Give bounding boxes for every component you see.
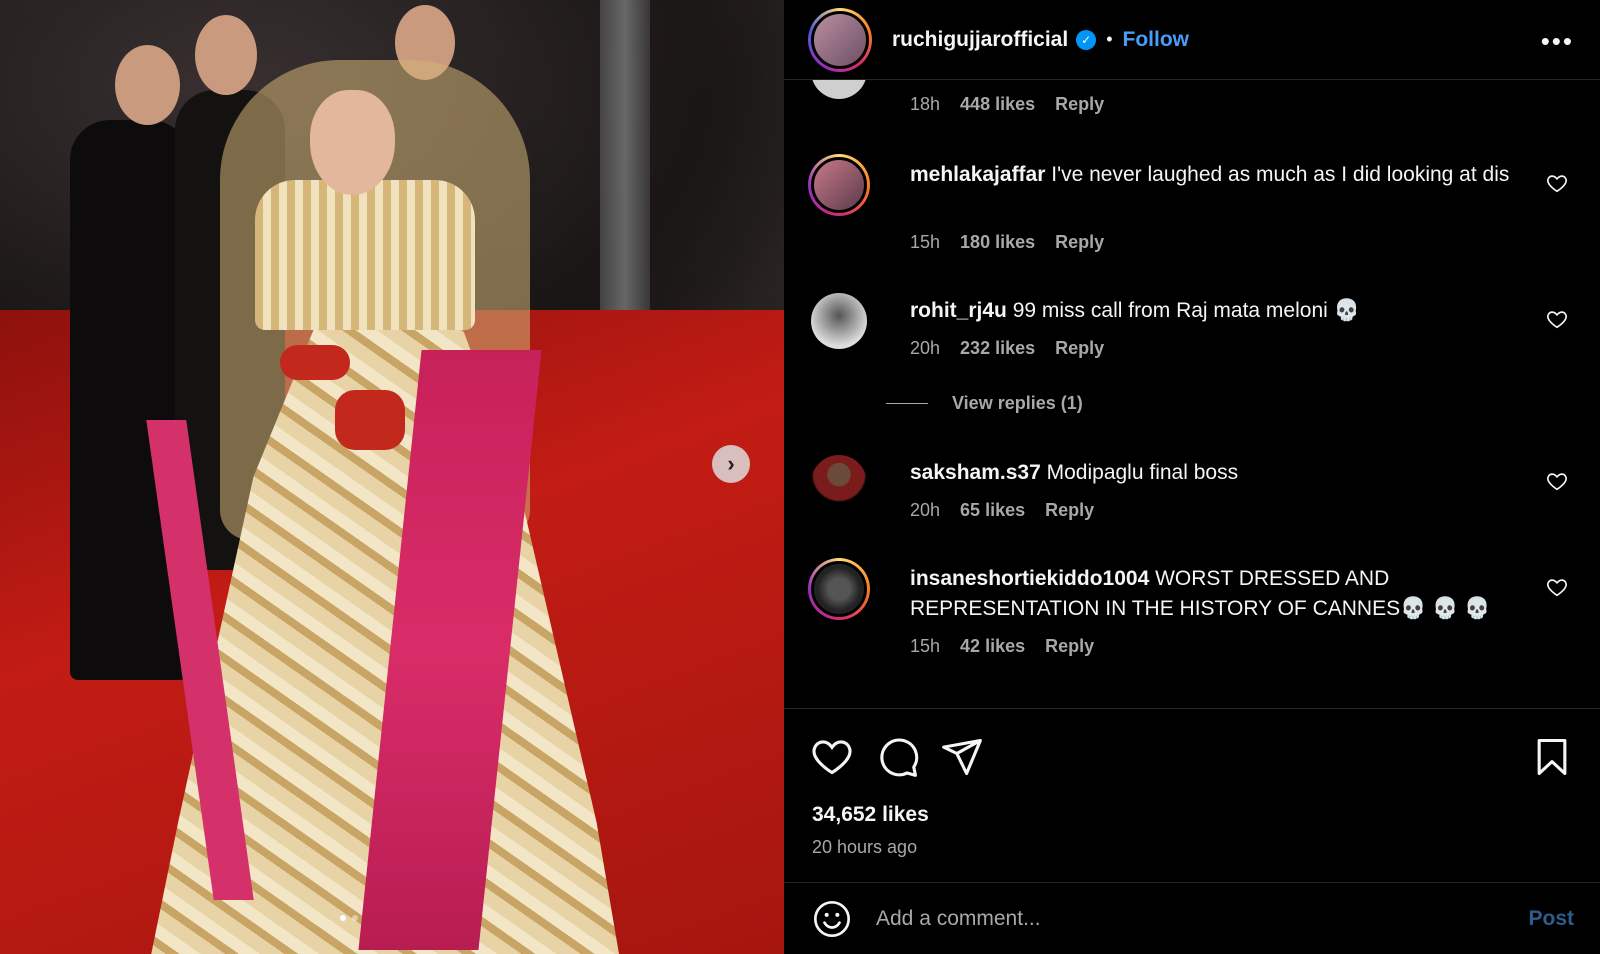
post-timestamp[interactable]: 20 hours ago	[812, 837, 917, 858]
comment-likes[interactable]: 180 likes	[960, 232, 1035, 253]
post-header: ruchigujjarofficial ✓ • Follow •••	[784, 0, 1600, 80]
author-avatar[interactable]	[808, 7, 872, 72]
reply-button[interactable]: Reply	[1045, 636, 1094, 657]
comment-meta: 20h 232 likes Reply	[910, 338, 1104, 359]
view-replies-button[interactable]: View replies (1)	[886, 393, 1083, 414]
comment-time: 18h	[910, 94, 941, 114]
post-comment-button[interactable]: Post	[1528, 907, 1574, 931]
comment-avatar[interactable]	[808, 452, 870, 514]
reply-button[interactable]: Reply	[1055, 94, 1104, 115]
comment-time: 20h	[910, 338, 941, 358]
add-comment-bar: Post	[784, 882, 1600, 954]
comment-likes[interactable]: 65 likes	[960, 500, 1025, 521]
hand-left	[280, 345, 350, 380]
comment-time: 15h	[910, 636, 941, 656]
reply-button[interactable]: Reply	[1045, 500, 1094, 521]
comment-text: insaneshortiekiddo1004 WORST DRESSED AND…	[910, 564, 1530, 624]
carousel-dots	[340, 915, 358, 921]
comment-likes[interactable]: 42 likes	[960, 636, 1025, 657]
comment-time: 15h	[910, 232, 941, 252]
comment-meta: 15h 42 likes Reply	[910, 636, 1094, 657]
comment-avatar[interactable]	[808, 290, 870, 352]
heart-icon[interactable]	[1546, 172, 1568, 194]
comment-input[interactable]	[876, 906, 1496, 931]
post-actions: 34,652 likes 20 hours ago	[784, 708, 1600, 882]
comment-username[interactable]: insaneshortiekiddo1004	[910, 567, 1149, 590]
post-panel: ruchigujjarofficial ✓ • Follow ••• 18h 4…	[784, 0, 1600, 954]
replies-divider	[886, 403, 928, 404]
share-icon[interactable]	[940, 735, 984, 779]
heart-icon[interactable]	[1546, 576, 1568, 598]
comment-avatar[interactable]	[808, 80, 870, 102]
comment-text: saksham.s37 Modipaglu final boss	[910, 458, 1530, 488]
carousel-next-button[interactable]: ›	[712, 445, 750, 483]
comment-meta: 20h 65 likes Reply	[910, 500, 1094, 521]
view-replies-label: View replies (1)	[952, 393, 1083, 413]
likes-count[interactable]: 34,652 likes	[812, 803, 929, 827]
carousel-dot	[352, 915, 358, 921]
heart-icon[interactable]	[1546, 308, 1568, 330]
reply-button[interactable]: Reply	[1055, 338, 1104, 359]
separator-dot: •	[1106, 29, 1113, 49]
more-icon[interactable]: •••	[1541, 26, 1574, 57]
comment-likes[interactable]: 448 likes	[960, 94, 1035, 115]
comment-body: I've never laughed as much as I did look…	[1051, 163, 1510, 186]
post-photo[interactable]: ›	[0, 0, 784, 954]
comment-time: 20h	[910, 500, 941, 520]
comment-meta: 18h 448 likes Reply	[910, 94, 1104, 115]
follow-button[interactable]: Follow	[1123, 28, 1190, 52]
bystander-2-head	[195, 15, 257, 95]
comment-username[interactable]: rohit_rj4u	[910, 299, 1007, 322]
reply-button[interactable]: Reply	[1055, 232, 1104, 253]
hand-right	[335, 390, 405, 450]
comment-meta: 15h 180 likes Reply	[910, 232, 1104, 253]
comment-text: mehlakajaffar I've never laughed as much…	[910, 160, 1530, 190]
comments-list[interactable]: 18h 448 likes Reply mehlakajaffar I've n…	[784, 80, 1600, 708]
comment-text: rohit_rj4u 99 miss call from Raj mata me…	[910, 296, 1530, 326]
comment-avatar[interactable]	[808, 154, 870, 216]
bystander-1-head	[115, 45, 180, 125]
comment-avatar[interactable]	[808, 558, 870, 620]
comment-likes[interactable]: 232 likes	[960, 338, 1035, 359]
verified-icon: ✓	[1076, 29, 1097, 50]
comment-username[interactable]: mehlakajaffar	[910, 163, 1045, 186]
chevron-right-icon: ›	[727, 451, 735, 476]
comment-username[interactable]: saksham.s37	[910, 461, 1041, 484]
comment-body: Modipaglu final boss	[1046, 461, 1239, 484]
emoji-icon[interactable]	[812, 899, 852, 939]
bodice	[255, 180, 475, 330]
carousel-dot	[340, 915, 346, 921]
face	[310, 90, 395, 195]
heart-icon[interactable]	[1546, 470, 1568, 492]
bookmark-icon[interactable]	[1530, 735, 1574, 779]
author-username[interactable]: ruchigujjarofficial	[892, 28, 1068, 52]
comment-body: 99 miss call from Raj mata meloni 💀	[1012, 299, 1360, 322]
heart-icon[interactable]	[810, 735, 854, 779]
comment-icon[interactable]	[876, 735, 920, 779]
